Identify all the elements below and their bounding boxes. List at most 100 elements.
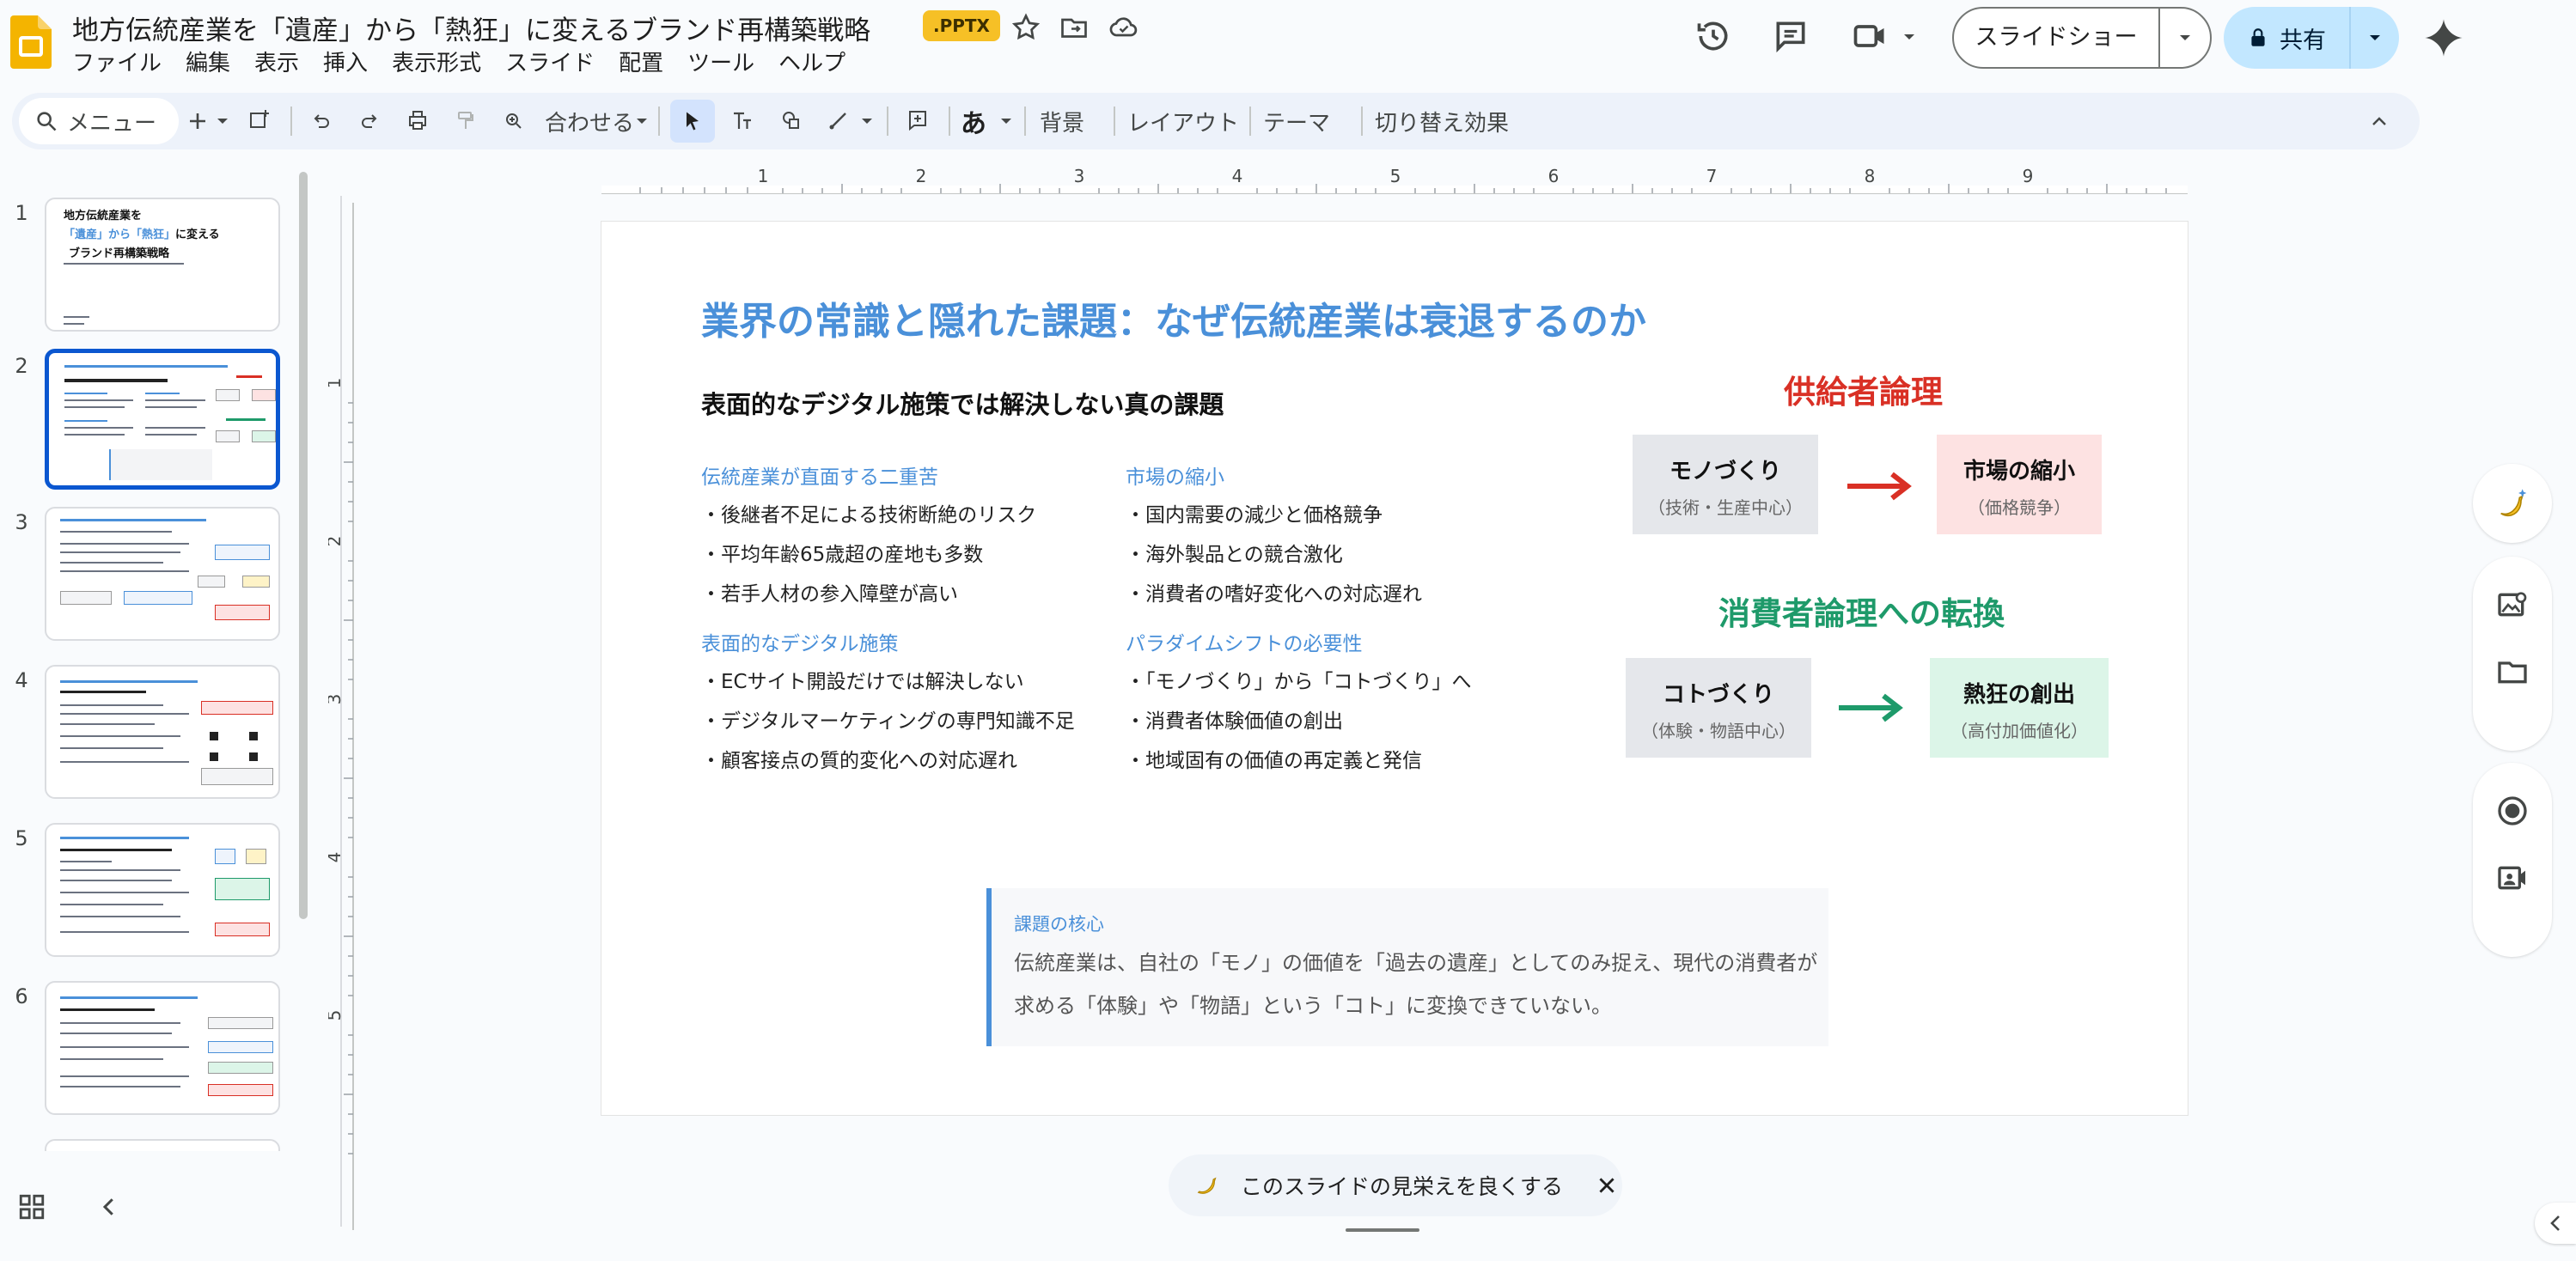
bullet-item[interactable]: ・地域固有の価値の再定義と発信 [1126, 744, 1422, 773]
meet-video-icon[interactable] [1851, 17, 1889, 55]
print-icon[interactable] [400, 93, 435, 149]
new-slide-plus-icon[interactable] [184, 93, 211, 149]
input-tools-button[interactable]: あ [961, 93, 986, 149]
slideshow-dropdown[interactable] [2160, 9, 2210, 67]
slide-thumbnail-6[interactable] [45, 981, 280, 1115]
bullet-item[interactable]: ・消費者の嗜好変化への対応遅れ [1126, 577, 1422, 606]
select-tool[interactable] [670, 100, 715, 143]
share-dropdown[interactable] [2351, 7, 2399, 69]
star-icon[interactable] [1010, 12, 1041, 43]
chevron-left-icon[interactable] [96, 1194, 122, 1220]
cloud-status-icon[interactable] [1108, 12, 1139, 43]
thumbnail-number: 6 [15, 984, 28, 1008]
bullet-item[interactable]: ・国内需要の減少と価格競争 [1126, 498, 1383, 527]
share-button[interactable]: 共有 [2224, 7, 2351, 69]
redo-icon[interactable] [352, 93, 387, 149]
supplier-logic-label[interactable]: 供給者論理 [1784, 366, 1943, 412]
add-comment-icon[interactable] [900, 93, 935, 149]
move-folder-icon[interactable] [1059, 12, 1090, 43]
bullet-item[interactable]: ・「モノづくり」から「コトづくり」へ [1126, 665, 1472, 694]
menu-edit[interactable]: 編集 [174, 48, 242, 79]
menu-search[interactable]: メニュー [19, 98, 179, 144]
slide-thumbnail-5[interactable] [45, 823, 280, 957]
flow-box-monozukuri[interactable]: モノづくり （技術・生産中心） [1633, 435, 1818, 534]
transition-button[interactable]: 切り替え効果 [1375, 93, 1509, 149]
section-heading[interactable]: 伝統産業が直面する二重苦 [701, 460, 938, 490]
menu-help[interactable]: ヘルプ [766, 48, 858, 79]
slide-thumbnail-4[interactable] [45, 665, 280, 799]
input-tools-dropdown-icon[interactable] [998, 93, 1014, 149]
slides-logo-icon[interactable] [10, 15, 52, 69]
line-dropdown-icon[interactable] [859, 93, 875, 149]
paint-format-icon[interactable] [449, 93, 483, 149]
menu-file[interactable]: ファイル [72, 48, 174, 79]
arrow-right-icon[interactable] [1844, 469, 1916, 503]
chevron-up-icon[interactable] [2366, 93, 2392, 149]
section-heading[interactable]: パラダイムシフトの必要性 [1126, 627, 1363, 656]
add-slide-icon[interactable] [242, 93, 277, 149]
core-issue-box[interactable]: 課題の核心 伝統産業は、自社の「モノ」の価値を「過去の遺産」としてのみ捉え、現代… [986, 888, 1828, 1046]
close-icon[interactable] [1596, 1174, 1618, 1197]
section-heading[interactable]: 表面的なデジタル施策 [701, 627, 899, 656]
shape-icon[interactable] [773, 93, 808, 149]
bullet-item[interactable]: ・若手人材の参入障壁が高い [701, 577, 958, 606]
image-search-icon[interactable] [2495, 588, 2530, 622]
thumbnails-scrollbar[interactable] [299, 172, 308, 919]
new-slide-dropdown-icon[interactable] [215, 93, 230, 149]
bullet-item[interactable]: ・後継者不足による技術断絶のリスク [701, 498, 1036, 527]
slide-2[interactable]: 業界の常識と隠れた課題：なぜ伝統産業は衰退するのか 表面的なデジタル施策では解決… [601, 222, 2188, 1115]
ruler-tick-label: 1 [328, 378, 345, 389]
record-icon[interactable] [2495, 794, 2530, 828]
bullet-item[interactable]: ・平均年齢65歳超の産地も多数 [701, 538, 983, 567]
layout-button[interactable]: レイアウト [1127, 93, 1239, 149]
undo-icon[interactable] [304, 93, 339, 149]
menu-slide[interactable]: スライド [493, 48, 607, 79]
bullet-item[interactable]: ・海外製品との競合激化 [1126, 538, 1343, 567]
document-title[interactable]: 地方伝統産業を「遺産」から「熱狂」に変えるブランド再構築戦略 [72, 9, 870, 47]
ruler-tick-label: 3 [1074, 168, 1085, 186]
text-box-icon[interactable] [725, 93, 760, 149]
zoom-icon[interactable] [497, 93, 531, 149]
comments-icon[interactable] [1772, 17, 1810, 55]
slide-subtitle[interactable]: 表面的なデジタル施策では解決しない真の課題 [701, 385, 1224, 421]
background-button[interactable]: 背景 [1040, 93, 1084, 149]
present-camera-icon[interactable] [2495, 861, 2530, 895]
zoom-select[interactable]: 合わせる [545, 93, 650, 149]
menu-view[interactable]: 表示 [242, 48, 311, 79]
vertical-ruler[interactable]: 1 2 3 4 5 [328, 203, 354, 1230]
flow-box-market-shrink[interactable]: 市場の縮小 （価格競争） [1937, 435, 2102, 534]
menu-format[interactable]: 表示形式 [380, 48, 493, 79]
slide-title[interactable]: 業界の常識と隠れた課題：なぜ伝統産業は衰退するのか [701, 290, 1646, 345]
toolbar-divider [1361, 107, 1363, 136]
section-heading[interactable]: 市場の縮小 [1126, 460, 1224, 490]
theme-button[interactable]: テーマ [1263, 93, 1330, 149]
bullet-item[interactable]: ・デジタルマーケティングの専門知識不足 [701, 704, 1075, 734]
slide-thumbnail-3[interactable] [45, 507, 280, 641]
arrow-right-icon[interactable] [1835, 691, 1908, 725]
bullet-item[interactable]: ・ECサイト開設だけでは解決しない [701, 665, 1024, 694]
gemini-icon[interactable] [2421, 15, 2466, 60]
menu-insert[interactable]: 挿入 [311, 48, 380, 79]
grid-view-icon[interactable] [17, 1192, 46, 1221]
consumer-logic-label[interactable]: 消費者論理への転換 [1718, 588, 2005, 634]
horizontal-ruler[interactable]: 1 2 3 4 5 6 7 8 9 [601, 168, 2188, 194]
side-panel-toggle[interactable] [2535, 1203, 2576, 1244]
flow-box-enthusiasm[interactable]: 熱狂の創出 （高付加価値化） [1930, 658, 2109, 758]
slideshow-button[interactable]: スライドショー [1954, 9, 2160, 67]
folder-icon[interactable] [2495, 655, 2530, 689]
bullet-item[interactable]: ・消費者体験価値の創出 [1126, 704, 1343, 734]
slide-thumbnail-1[interactable]: 地方伝統産業を 「遺産」から「熱狂」に変える ブランド再構築戦略 [45, 198, 280, 332]
menu-tools[interactable]: ツール [675, 48, 766, 79]
speaker-notes-handle[interactable] [1346, 1228, 1419, 1232]
line-icon[interactable] [821, 93, 856, 149]
bullet-item[interactable]: ・顧客接点の質的変化への対応遅れ [701, 744, 1017, 773]
improve-slide-chip[interactable]: このスライドの見栄えを良くする [1169, 1154, 1622, 1216]
flow-box-kotozukuri[interactable]: コトづくり （体験・物語中心） [1626, 658, 1811, 758]
file-type-badge: .PPTX [923, 10, 1000, 41]
slide-thumbnail-7[interactable] [45, 1139, 280, 1151]
version-history-icon[interactable] [1694, 17, 1732, 55]
menu-arrange[interactable]: 配置 [607, 48, 675, 79]
meet-dropdown-icon[interactable] [1899, 17, 1920, 55]
slide-thumbnail-2[interactable] [45, 349, 280, 490]
banana-sparkle-icon[interactable] [2495, 486, 2530, 521]
